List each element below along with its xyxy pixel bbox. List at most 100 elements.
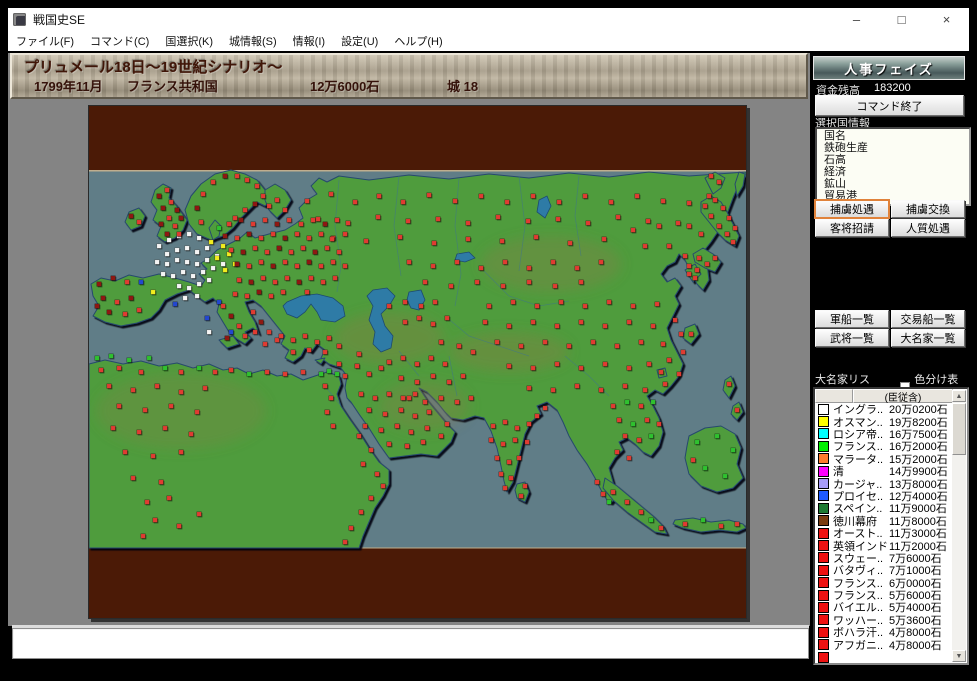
castle-marker[interactable] <box>253 246 258 251</box>
castle-marker[interactable] <box>679 332 684 337</box>
castle-marker[interactable] <box>165 188 170 193</box>
castle-marker[interactable] <box>429 356 434 361</box>
castle-marker[interactable] <box>499 472 504 477</box>
castle-marker[interactable] <box>153 518 158 523</box>
castle-marker[interactable] <box>643 244 648 249</box>
castle-marker[interactable] <box>307 260 312 265</box>
castle-marker[interactable] <box>151 454 156 459</box>
castle-marker[interactable] <box>639 340 644 345</box>
castle-marker[interactable] <box>649 518 654 523</box>
castle-marker[interactable] <box>627 366 632 371</box>
castle-marker[interactable] <box>271 232 276 237</box>
guest-general-invite-button[interactable]: 客将招請 <box>815 219 889 237</box>
castle-marker[interactable] <box>623 434 628 439</box>
castle-marker[interactable] <box>375 472 380 477</box>
castle-marker[interactable] <box>377 194 382 199</box>
castle-marker[interactable] <box>403 320 408 325</box>
castle-marker[interactable] <box>247 372 252 377</box>
captive-treatment-button[interactable]: 捕虜処遇 <box>815 200 889 218</box>
castle-marker[interactable] <box>109 354 114 359</box>
castle-marker[interactable] <box>299 222 304 227</box>
castle-marker[interactable] <box>289 250 294 255</box>
castle-marker[interactable] <box>575 384 580 389</box>
castle-marker[interactable] <box>301 370 306 375</box>
castle-marker[interactable] <box>436 217 441 222</box>
castle-marker[interactable] <box>635 194 640 199</box>
castle-marker[interactable] <box>273 280 278 285</box>
castle-marker[interactable] <box>175 248 180 253</box>
daimyo-list-scrollbar[interactable]: ▲ ▼ <box>952 390 966 662</box>
castle-marker[interactable] <box>683 254 688 259</box>
castle-marker[interactable] <box>519 494 524 499</box>
castle-marker[interactable] <box>387 442 392 447</box>
castle-marker[interactable] <box>701 518 706 523</box>
castle-marker[interactable] <box>235 262 240 267</box>
castle-marker[interactable] <box>330 237 335 242</box>
castle-marker[interactable] <box>723 474 728 479</box>
castle-marker[interactable] <box>223 174 228 179</box>
castle-marker[interactable] <box>445 316 450 321</box>
castle-marker[interactable] <box>637 438 642 443</box>
castle-marker[interactable] <box>631 422 636 427</box>
castle-marker[interactable] <box>655 302 660 307</box>
castle-marker[interactable] <box>185 260 190 265</box>
castle-marker[interactable] <box>97 282 102 287</box>
castle-marker[interactable] <box>555 324 560 329</box>
castle-marker[interactable] <box>346 221 351 226</box>
castle-marker[interactable] <box>495 456 500 461</box>
castle-marker[interactable] <box>215 256 220 261</box>
castle-marker[interactable] <box>615 344 620 349</box>
castle-marker[interactable] <box>496 215 501 220</box>
castle-marker[interactable] <box>431 264 436 269</box>
castle-marker[interactable] <box>505 200 510 205</box>
castle-marker[interactable] <box>645 418 650 423</box>
castle-marker[interactable] <box>267 204 272 209</box>
castle-marker[interactable] <box>303 334 308 339</box>
castle-marker[interactable] <box>399 408 404 413</box>
castle-marker[interactable] <box>607 500 612 505</box>
castle-marker[interactable] <box>531 366 536 371</box>
castle-marker[interactable] <box>607 300 612 305</box>
castle-marker[interactable] <box>363 424 368 429</box>
castle-marker[interactable] <box>631 228 636 233</box>
castle-marker[interactable] <box>249 280 254 285</box>
castle-marker[interactable] <box>245 294 250 299</box>
castle-marker[interactable] <box>229 314 234 319</box>
castle-marker[interactable] <box>659 526 664 531</box>
daimyo-row[interactable] <box>815 651 967 663</box>
castle-marker[interactable] <box>677 372 682 377</box>
castle-marker[interactable] <box>559 300 564 305</box>
castle-marker[interactable] <box>425 426 430 431</box>
castle-marker[interactable] <box>501 442 506 447</box>
castle-marker[interactable] <box>165 232 170 237</box>
castle-marker[interactable] <box>191 274 196 279</box>
castle-marker[interactable] <box>239 218 244 223</box>
castle-marker[interactable] <box>609 200 614 205</box>
castle-marker[interactable] <box>479 266 484 271</box>
castle-marker[interactable] <box>309 276 314 281</box>
castle-marker[interactable] <box>211 180 216 185</box>
castle-marker[interactable] <box>183 296 188 301</box>
castle-marker[interactable] <box>395 424 400 429</box>
menu-item-1[interactable]: ファイル(F) <box>8 30 82 51</box>
info-item[interactable]: 鉄砲生産 <box>824 142 969 154</box>
castle-marker[interactable] <box>251 222 256 227</box>
castle-marker[interactable] <box>265 370 270 375</box>
castle-marker[interactable] <box>111 276 116 281</box>
castle-marker[interactable] <box>507 324 512 329</box>
castle-marker[interactable] <box>261 276 266 281</box>
castle-marker[interactable] <box>503 420 508 425</box>
castle-marker[interactable] <box>301 246 306 251</box>
castle-marker[interactable] <box>693 276 698 281</box>
castle-marker[interactable] <box>657 224 662 229</box>
castle-marker[interactable] <box>695 268 700 273</box>
castle-marker[interactable] <box>646 219 651 224</box>
castle-marker[interactable] <box>247 264 252 269</box>
castle-marker[interactable] <box>159 480 164 485</box>
castle-marker[interactable] <box>197 366 202 371</box>
castle-marker[interactable] <box>367 408 372 413</box>
castle-marker[interactable] <box>325 410 330 415</box>
castle-marker[interactable] <box>237 278 242 283</box>
castle-marker[interactable] <box>233 216 238 221</box>
castle-marker[interactable] <box>703 466 708 471</box>
